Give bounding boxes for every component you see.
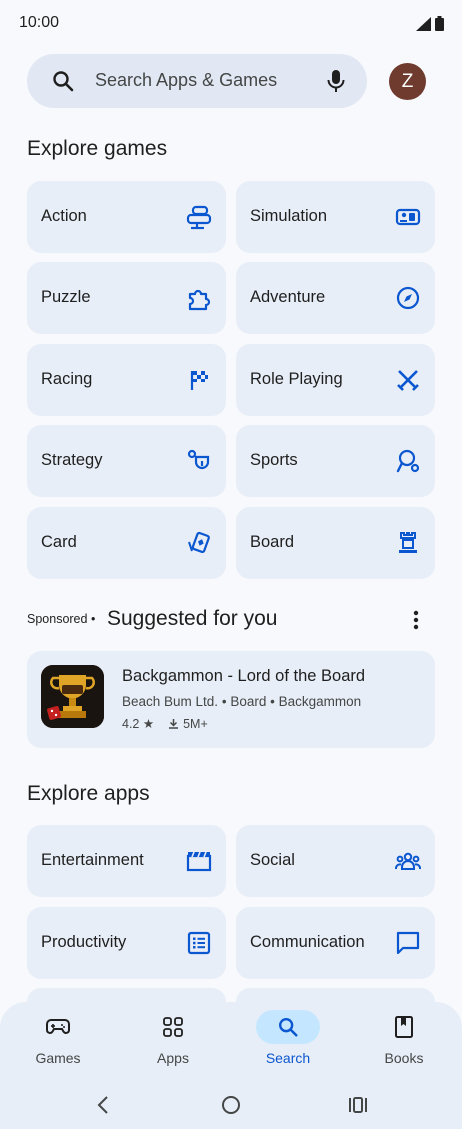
apps-grid-icon bbox=[163, 1017, 183, 1037]
category-tile-card[interactable]: Card bbox=[27, 507, 226, 579]
checklist-icon bbox=[187, 931, 211, 955]
status-time: 10:00 bbox=[19, 14, 60, 31]
action-icon bbox=[186, 205, 212, 230]
home-icon[interactable] bbox=[221, 1095, 241, 1115]
tile-label: Entertainment bbox=[41, 851, 144, 869]
category-tile-communication[interactable]: Communication bbox=[236, 907, 435, 979]
tile-label: Puzzle bbox=[41, 288, 91, 306]
signal-icon bbox=[416, 16, 431, 31]
star-icon: ★ bbox=[142, 717, 155, 731]
app-developer: Beach Bum Ltd. bbox=[122, 694, 219, 709]
nav-books-pill[interactable] bbox=[372, 1010, 436, 1044]
category-tile-strategy[interactable]: Strategy bbox=[27, 425, 226, 497]
tile-label: Simulation bbox=[250, 207, 328, 225]
bottom-navigation: Games Apps Search Books bbox=[0, 1002, 462, 1129]
avatar[interactable]: Z bbox=[389, 63, 426, 100]
category-tile-action[interactable]: Action bbox=[27, 181, 226, 253]
chess-rook-icon bbox=[399, 532, 417, 553]
category-tile-social[interactable]: Social bbox=[236, 825, 435, 897]
suggested-title: Suggested for you bbox=[107, 607, 278, 630]
clapperboard-icon bbox=[186, 851, 212, 872]
strategy-icon bbox=[187, 449, 210, 470]
status-icons bbox=[416, 16, 444, 31]
category-tile-sports[interactable]: Sports bbox=[236, 425, 435, 497]
tile-label: Strategy bbox=[41, 451, 103, 469]
status-bar: 10:00 bbox=[0, 0, 462, 48]
chat-bubble-icon bbox=[396, 931, 420, 955]
app-downloads: 5M+ bbox=[168, 717, 208, 731]
battery-icon bbox=[435, 16, 444, 31]
nav-label: Apps bbox=[157, 1050, 189, 1066]
checkered-flag-icon bbox=[190, 371, 208, 390]
simulation-icon bbox=[395, 208, 421, 226]
category-tile-board[interactable]: Board bbox=[236, 507, 435, 579]
nav-books[interactable]: Books bbox=[364, 1010, 444, 1066]
nav-label: Books bbox=[384, 1050, 424, 1066]
book-icon bbox=[395, 1016, 413, 1038]
tile-label: Card bbox=[41, 533, 77, 551]
category-tile-role-playing[interactable]: Role Playing bbox=[236, 344, 435, 416]
tile-label: Role Playing bbox=[250, 370, 343, 388]
people-icon bbox=[395, 852, 421, 870]
nav-label: Games bbox=[35, 1050, 81, 1066]
tile-label: Adventure bbox=[250, 288, 326, 306]
back-icon[interactable] bbox=[96, 1095, 110, 1115]
system-navigation-bar bbox=[0, 1086, 462, 1122]
category-tile-entertainment[interactable]: Entertainment bbox=[27, 825, 226, 897]
nav-games-pill[interactable] bbox=[26, 1010, 90, 1044]
nav-apps[interactable]: Apps bbox=[133, 1010, 213, 1066]
app-category: Board bbox=[230, 694, 267, 709]
category-tile-productivity[interactable]: Productivity bbox=[27, 907, 226, 979]
explore-games-title: Explore games bbox=[27, 137, 168, 160]
nav-search[interactable]: Search bbox=[248, 1010, 328, 1066]
search-placeholder[interactable]: Search Apps & Games bbox=[95, 70, 277, 91]
gamepad-icon bbox=[46, 1019, 70, 1034]
more-vert-icon[interactable] bbox=[413, 610, 419, 630]
recents-icon[interactable] bbox=[348, 1095, 368, 1115]
tile-label: Sports bbox=[250, 451, 298, 469]
puzzle-icon bbox=[188, 289, 211, 311]
suggested-header: Sponsored • Suggested for you bbox=[27, 606, 437, 636]
app-meta: Beach Bum Ltd. • Board • Backgammon bbox=[122, 694, 362, 709]
sponsored-label: Sponsored • bbox=[27, 612, 96, 626]
nav-label: Search bbox=[265, 1050, 311, 1066]
app-stats: 4.2 ★ 5M+ bbox=[122, 716, 208, 732]
tile-label: Communication bbox=[250, 933, 365, 951]
category-tile-simulation[interactable]: Simulation bbox=[236, 181, 435, 253]
category-tile-puzzle[interactable]: Puzzle bbox=[27, 262, 226, 334]
search-bar[interactable]: Search Apps & Games bbox=[27, 54, 367, 108]
explore-apps-title: Explore apps bbox=[27, 782, 150, 805]
app-genre: Backgammon bbox=[278, 694, 362, 709]
swords-icon bbox=[397, 370, 419, 391]
search-icon bbox=[53, 71, 74, 92]
search-icon bbox=[279, 1018, 298, 1037]
tile-label: Productivity bbox=[41, 933, 127, 951]
app-name: Backgammon - Lord of the Board bbox=[122, 667, 366, 685]
compass-icon bbox=[396, 286, 420, 310]
nav-search-pill[interactable] bbox=[256, 1010, 320, 1044]
trophy-icon bbox=[41, 665, 104, 728]
nav-apps-pill[interactable] bbox=[141, 1010, 205, 1044]
tile-label: Action bbox=[41, 207, 87, 225]
nav-games[interactable]: Games bbox=[18, 1010, 98, 1066]
microphone-icon[interactable] bbox=[325, 68, 347, 94]
app-thumbnail bbox=[41, 665, 104, 728]
category-tile-adventure[interactable]: Adventure bbox=[236, 262, 435, 334]
suggested-app-card[interactable]: Backgammon - Lord of the Board Beach Bum… bbox=[27, 651, 435, 748]
sports-icon bbox=[396, 449, 420, 473]
tile-label: Social bbox=[250, 851, 295, 869]
app-rating: 4.2 ★ bbox=[122, 717, 155, 731]
download-icon bbox=[169, 719, 179, 729]
tile-label: Board bbox=[250, 533, 295, 551]
card-icon bbox=[188, 531, 210, 554]
category-tile-racing[interactable]: Racing bbox=[27, 344, 226, 416]
tile-label: Racing bbox=[41, 370, 93, 388]
